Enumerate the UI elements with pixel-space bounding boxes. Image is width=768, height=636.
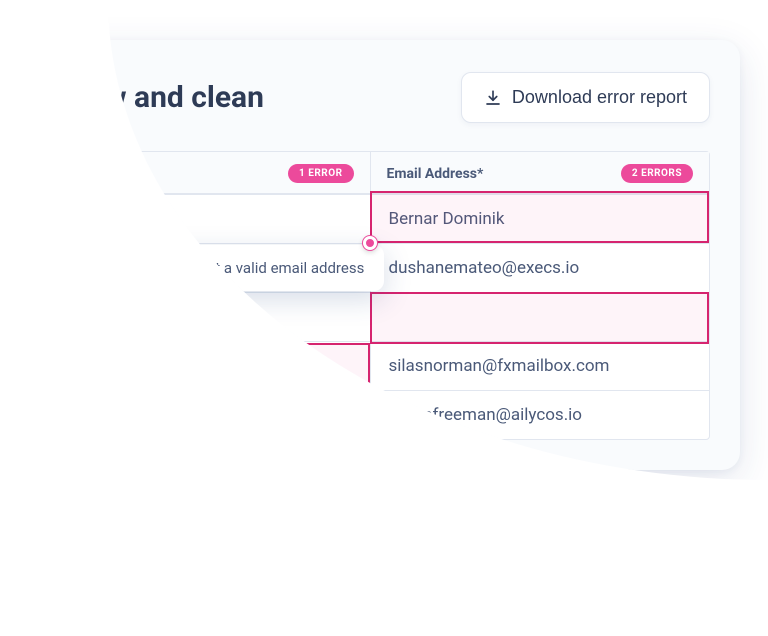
table-row: Kenya Freeman kenyafreeman@ailycos.io [31,390,709,439]
column-header-email[interactable]: Email Address* 2 ERRORS [371,152,710,193]
download-icon [484,89,502,107]
download-error-report-button[interactable]: Download error report [461,72,710,123]
table-row: silasnorman@fxmailbox.com [31,341,709,390]
column-label: Email Address* [387,166,484,182]
error-badge: 2 ERRORS [621,164,693,183]
cell-email[interactable]: kenyafreeman@ailycos.io [371,390,710,439]
error-badge: 1 ERROR [288,164,353,183]
cell-name[interactable]: Bernar Dominik [31,194,371,243]
data-table: Name* 1 ERROR Email Address* 2 ERRORS Be… [30,151,710,440]
cell-email[interactable]: silasnorman@fxmailbox.com [371,341,710,390]
download-button-label: Download error report [512,87,687,108]
page-title: Review and clean [30,80,264,115]
table-header: Name* 1 ERROR Email Address* 2 ERRORS [31,152,709,194]
cell-name[interactable]: Cha Ji-Hun [31,292,371,341]
cell-email[interactable]: dushanemateo@execs.io [371,243,710,292]
validation-tooltip: This is not a valid email address [131,245,384,291]
header-row: Review and clean Download error report [30,72,710,123]
cell-email[interactable] [371,292,710,341]
cell-email[interactable]: Bernar Dominik [371,194,710,243]
review-card: Review and clean Download error report N… [0,40,740,470]
column-label: Name* [47,166,90,182]
tooltip-anchor-icon [363,236,377,250]
column-header-name[interactable]: Name* 1 ERROR [31,152,371,193]
table-row: Cha Ji-Hun [31,292,709,341]
cell-name[interactable] [31,341,371,390]
cell-name[interactable]: Kenya Freeman [31,390,371,439]
